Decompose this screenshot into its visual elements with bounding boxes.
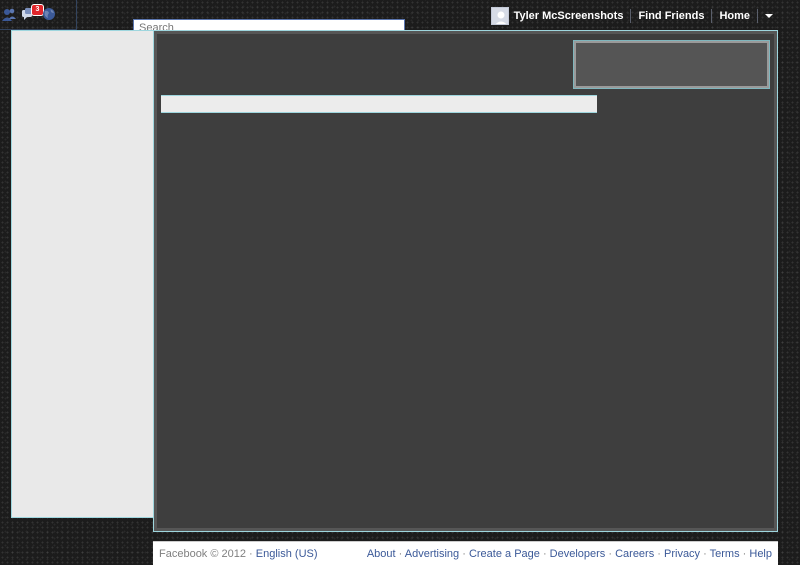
right-column-panel [574, 41, 769, 88]
notifications-globe-icon[interactable] [42, 6, 56, 22]
left-sidebar [11, 30, 156, 518]
footer-link-advertising[interactable]: Advertising [405, 548, 459, 560]
footer-link-privacy[interactable]: Privacy [664, 548, 700, 560]
find-friends-link[interactable]: Find Friends [631, 7, 711, 25]
avatar[interactable] [490, 7, 509, 25]
footer-link-create-page[interactable]: Create a Page [469, 548, 540, 560]
nav-divider [757, 9, 758, 23]
dropdown-caret-icon[interactable] [764, 11, 774, 21]
page-footer: Facebook © 2012 · English (US) About · A… [153, 541, 778, 565]
footer-copyright: Facebook © 2012 · English (US) [159, 547, 318, 561]
footer-link-help[interactable]: Help [749, 548, 772, 560]
language-link[interactable]: English (US) [256, 548, 318, 560]
footer-link-about[interactable]: About [367, 548, 396, 560]
friend-requests-icon[interactable] [2, 6, 16, 22]
copyright-text: Facebook © 2012 · [159, 547, 253, 560]
status-composer-bar[interactable] [161, 95, 597, 113]
footer-link-developers[interactable]: Developers [550, 548, 606, 560]
footer-links: About · Advertising · Create a Page · De… [366, 547, 772, 560]
home-link[interactable]: Home [712, 7, 757, 25]
top-nav: Tyler McScreenshots Find Friends Home [490, 7, 774, 25]
main-content-frame [153, 30, 778, 532]
footer-link-terms[interactable]: Terms [710, 548, 740, 560]
profile-link[interactable]: Tyler McScreenshots [514, 7, 631, 25]
jewel-bar: 3 [0, 0, 77, 30]
main-content-area [157, 34, 774, 528]
footer-link-careers[interactable]: Careers [615, 548, 654, 560]
page-bottom-strip [0, 565, 800, 588]
